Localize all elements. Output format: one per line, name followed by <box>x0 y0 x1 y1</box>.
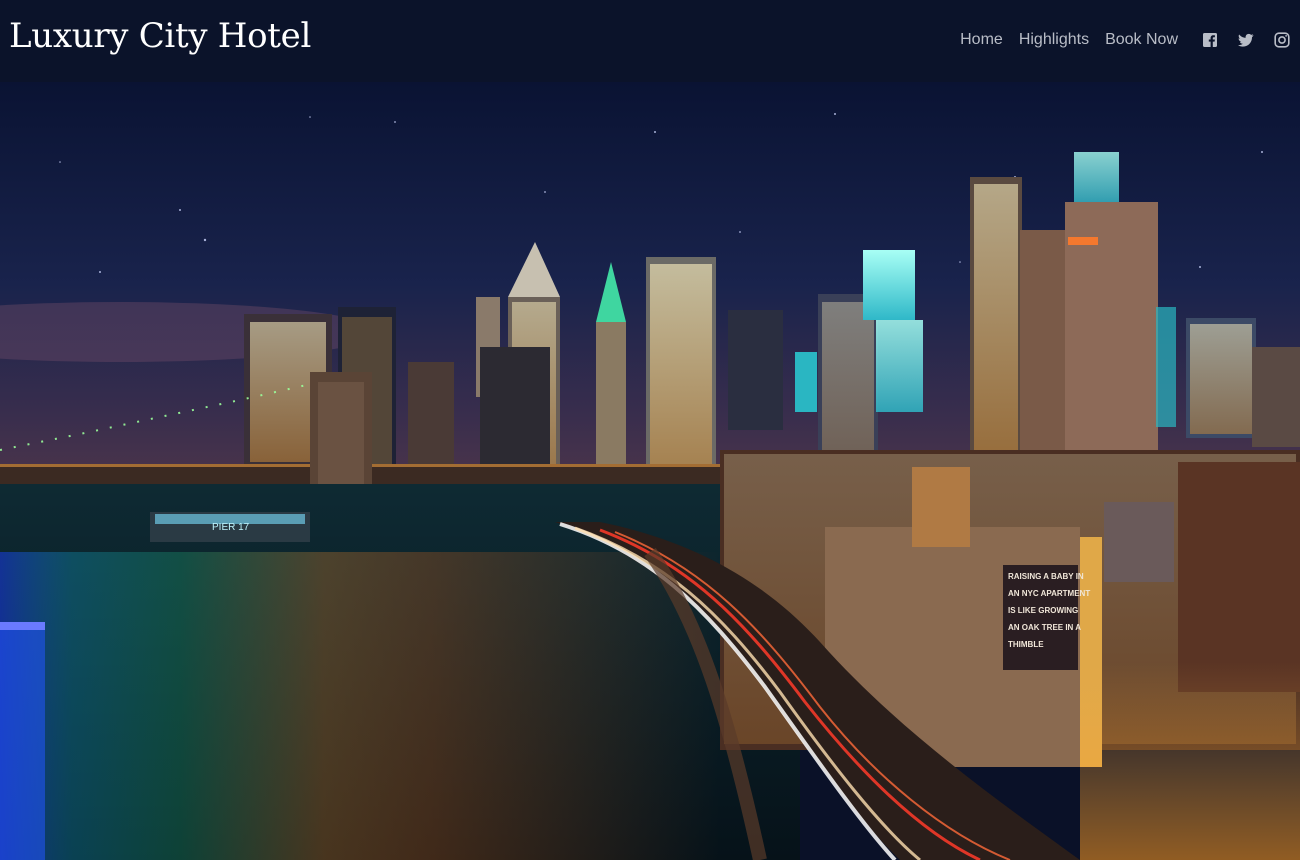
billboard-line-3: IS LIKE GROWING <box>1008 606 1078 615</box>
top-navbar: Luxury City Hotel Home Highlights Book N… <box>0 0 1300 82</box>
pier-sign: PIER 17 <box>212 522 250 533</box>
main-nav: Home Highlights Book Now <box>960 27 1290 53</box>
billboard-line-2: AN NYC APARTMENT <box>1008 589 1090 598</box>
night-city-skyline-image: PIER 17 RAISING A BABY IN AN NYC APARTME… <box>0 82 1300 860</box>
nav-home-link[interactable]: Home <box>960 27 1003 53</box>
facebook-icon[interactable] <box>1202 32 1218 48</box>
hero-image: PIER 17 RAISING A BABY IN AN NYC APARTME… <box>0 82 1300 860</box>
brand-title[interactable]: Luxury City Hotel <box>9 13 311 59</box>
billboard-line-4: AN OAK TREE IN A <box>1008 623 1081 632</box>
nav-book-now-link[interactable]: Book Now <box>1105 27 1178 53</box>
social-links <box>1190 32 1290 48</box>
twitter-icon[interactable] <box>1238 32 1254 48</box>
nav-highlights-link[interactable]: Highlights <box>1019 27 1089 53</box>
billboard-line-1: RAISING A BABY IN <box>1008 572 1084 581</box>
instagram-icon[interactable] <box>1274 32 1290 48</box>
billboard-line-5: THIMBLE <box>1008 640 1044 649</box>
pier: PIER 17 <box>150 512 310 542</box>
